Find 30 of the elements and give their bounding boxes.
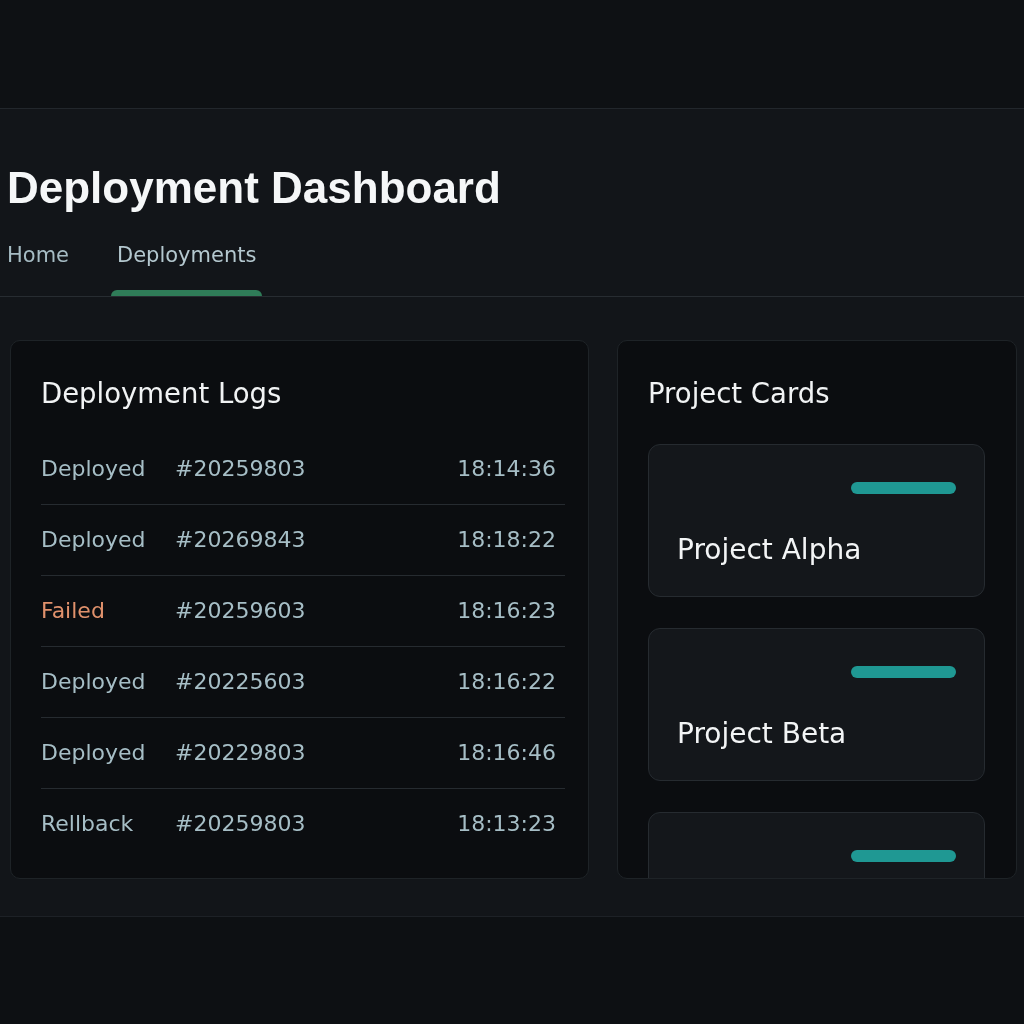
log-status: Deployed: [41, 526, 146, 554]
log-time: 18:16:22: [457, 668, 556, 696]
panel-title: Project Cards: [648, 376, 830, 410]
log-time: 18:14:36: [457, 455, 556, 483]
build-number: #20225603: [175, 668, 306, 696]
log-time: 18:16:46: [457, 739, 556, 767]
status-pill-icon: [851, 666, 956, 678]
log-time: 18:18:22: [457, 526, 556, 554]
panel-title: Deployment Logs: [41, 376, 282, 410]
project-name: Project Alpha: [677, 533, 862, 567]
status-pill-icon: [851, 850, 956, 862]
project-card[interactable]: Project Beta: [648, 628, 985, 781]
build-number: #20229803: [175, 739, 306, 767]
nav-tab[interactable]: Deployments: [111, 230, 263, 296]
build-number: #20259603: [175, 597, 306, 625]
build-number: #20259803: [175, 455, 306, 483]
log-status: Deployed: [41, 739, 146, 767]
status-pill-icon: [851, 482, 956, 494]
nav-tab[interactable]: Home: [1, 230, 75, 296]
log-status: Deployed: [41, 668, 146, 696]
project-card[interactable]: Project Alpha: [648, 444, 985, 597]
log-status: Failed: [41, 597, 105, 625]
log-status: Deployed: [41, 455, 146, 483]
log-status: Rellback: [41, 810, 134, 838]
project-name: Project Beta: [677, 717, 847, 751]
build-number: #20259803: [175, 810, 306, 838]
log-time: 18:16:23: [457, 597, 556, 625]
build-number: #20269843: [175, 526, 306, 554]
log-time: 18:13:23: [457, 810, 556, 838]
page-title: Deployment Dashboard: [7, 162, 501, 214]
